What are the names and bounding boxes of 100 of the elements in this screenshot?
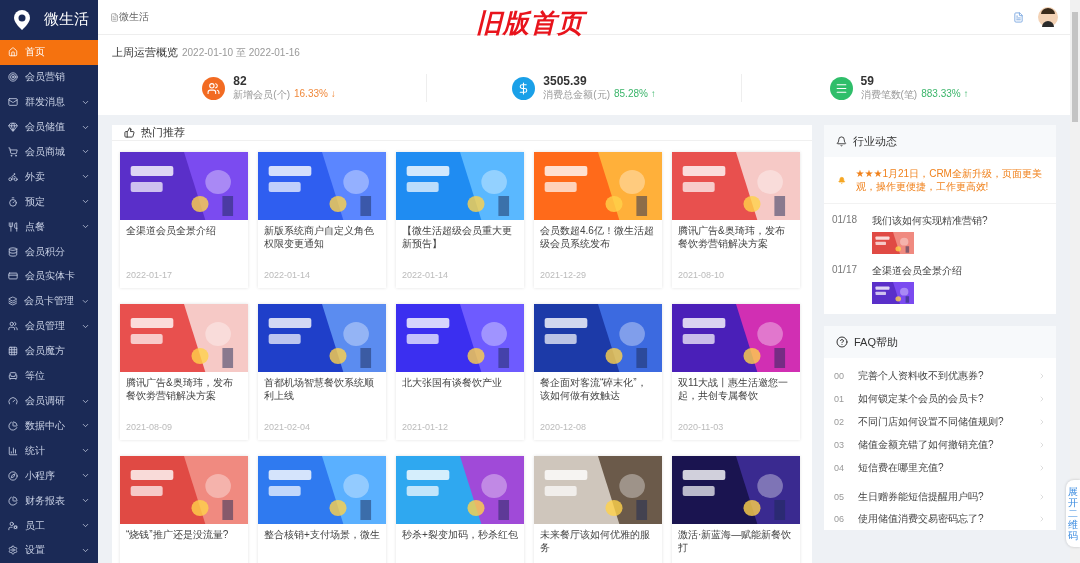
faq-item[interactable]: 01 如何锁定某个会员的会员卡?	[824, 387, 1056, 410]
nav-icon	[8, 47, 18, 58]
stat-change: 883.33% ↑	[921, 88, 969, 101]
scrollbar-thumb[interactable]	[1072, 12, 1078, 122]
article-card[interactable]: 激活·新蓝海—赋能新餐饮打	[672, 456, 800, 563]
nav-item[interactable]: 预定	[0, 189, 98, 215]
nav-icon	[8, 122, 18, 133]
news-date: 01/18	[832, 214, 859, 227]
stat-label: 消费总金额(元)	[543, 88, 610, 102]
article-card[interactable]: 整合核销+支付场景，微生	[258, 456, 386, 563]
document-icon[interactable]	[1013, 11, 1024, 23]
article-date: 2021-02-04	[263, 421, 312, 432]
article-title: 首都机场智慧餐饮系统顺利上线	[263, 376, 375, 403]
article-title: 激活·新蓝海—赋能新餐饮打	[677, 528, 793, 555]
nav-icon	[8, 520, 18, 531]
article-title: 会员数超4.6亿！微生活超级会员系统发布	[539, 224, 655, 251]
nav-icon	[8, 470, 18, 481]
stat-change: 85.28% ↑	[614, 88, 656, 101]
article-card[interactable]: 秒杀+裂变加码，秒杀红包	[396, 456, 524, 563]
article-card[interactable]: 餐企面对客流“碎末化”，该如何做有效触达 2020-12-08	[534, 304, 662, 440]
chevron-right-icon	[1038, 493, 1046, 501]
brand-name: 微生活	[44, 10, 89, 30]
article-card[interactable]: 未来餐厅该如何优雅的服务	[534, 456, 662, 563]
nav-icon	[8, 346, 18, 357]
chevron-right-icon	[1038, 394, 1046, 403]
chevron-right-icon	[1038, 371, 1046, 380]
nav-item[interactable]: 会员管理	[0, 313, 98, 339]
side-tab[interactable]: 展开二维码	[1066, 480, 1080, 547]
article-card[interactable]: 腾讯广告&奥琦玮，发布餐饮劵营销解决方案 2021-08-10	[672, 152, 800, 288]
chevron-right-icon	[1038, 440, 1046, 449]
section-title: FAQ帮助	[854, 334, 898, 350]
article-card[interactable]: 全渠道会员全景介绍 2022-01-17	[120, 152, 248, 288]
nav-icon	[8, 396, 18, 406]
nav-item[interactable]: 群发消息	[0, 89, 98, 115]
nav-icon	[8, 171, 18, 182]
nav-icon	[8, 296, 18, 307]
article-title: 【微生活超级会员重大更新预告】	[401, 224, 513, 251]
nav-icon	[8, 445, 18, 456]
article-title: 秒杀+裂变加码，秒杀红包	[401, 528, 519, 542]
article-title: 全渠道会员全景介绍	[125, 224, 217, 238]
logo-icon	[14, 9, 30, 30]
article-card[interactable]: 腾讯广告&奥琦玮，发布餐饮劵营销解决方案 2021-08-09	[120, 304, 248, 440]
article-date: 2022-01-14	[401, 269, 450, 280]
nav-icon	[8, 271, 18, 282]
section-title: 行业动态	[853, 133, 897, 149]
stat-value: 82	[233, 74, 248, 88]
article-card[interactable]: 北大张国有谈餐饮产业 2021-01-12	[396, 304, 524, 440]
nav-icon	[8, 196, 18, 207]
article-card[interactable]: “烧钱”推广还是没流量?	[120, 456, 248, 563]
article-card[interactable]: 首都机场智慧餐饮系统顺利上线 2021-02-04	[258, 304, 386, 440]
avatar[interactable]	[1038, 7, 1058, 27]
nav-item[interactable]: 等位	[0, 363, 98, 389]
faq-item[interactable]: 06 使用储值消费交易密码忘了?	[824, 507, 1056, 530]
faq-item[interactable]: 05 生日赠券能短信提醒用户吗?	[824, 479, 1056, 507]
thumbs-up-icon	[124, 127, 135, 138]
nav-item[interactable]: 会员卡管理	[0, 288, 98, 314]
nav-item[interactable]: 财务报表	[0, 488, 98, 514]
nav-item[interactable]: 员工	[0, 513, 98, 538]
stat-change: 16.33% ↓	[294, 88, 336, 101]
nav-icon	[8, 495, 18, 506]
article-card[interactable]: 【微生活超级会员重大更新预告】 2022-01-14	[396, 152, 524, 288]
news-title[interactable]: 我们该如何实现精准营销?	[872, 214, 988, 228]
nav-item[interactable]: 外卖	[0, 164, 98, 190]
article-title: 未来餐厅该如何优雅的服务	[539, 528, 651, 555]
article-title: “烧钱”推广还是没流量?	[125, 528, 230, 542]
article-date: 2020-12-08	[539, 421, 588, 432]
article-date: 2021-08-10	[677, 269, 726, 280]
article-card[interactable]: 新版系统商户自定义角色权限变更通知 2022-01-14	[258, 152, 386, 288]
news-title[interactable]: 全渠道会员全景介绍	[872, 264, 962, 278]
nav-icon	[8, 371, 18, 382]
help-icon	[836, 336, 848, 348]
stat-value: 59	[860, 74, 875, 88]
nav-item[interactable]: 会员魔方	[0, 338, 98, 364]
article-date: 2021-08-09	[125, 421, 174, 432]
nav-item[interactable]: 小程序	[0, 463, 98, 489]
nav-icon	[8, 97, 18, 108]
nav-item[interactable]: 统计	[0, 438, 98, 464]
nav-item[interactable]: 会员调研	[0, 388, 98, 414]
breadcrumb[interactable]: 微生活	[119, 10, 149, 24]
nav-icon	[8, 221, 18, 232]
nav-item[interactable]: 会员商城	[0, 139, 98, 165]
nav-item[interactable]: 会员营销	[0, 64, 98, 90]
article-title: 腾讯广告&奥琦玮，发布餐饮劵营销解决方案	[677, 224, 786, 251]
article-card[interactable]: 双11大战丨惠生活邀您一起，共创专属餐饮 2020-11-03	[672, 304, 800, 440]
nav-item[interactable]: 会员积分	[0, 239, 98, 264]
faq-item[interactable]: 03 储值金额充错了如何撤销充值?	[824, 433, 1056, 456]
article-card[interactable]: 会员数超4.6亿！微生活超级会员系统发布 2021-12-29	[534, 152, 662, 288]
nav-item[interactable]: 会员实体卡	[0, 264, 98, 289]
nav-item[interactable]: 数据中心	[0, 413, 98, 439]
faq-item[interactable]: 02 不同门店如何设置不同储值规则?	[824, 410, 1056, 433]
article-title: 双11大战丨惠生活邀您一起，共创专属餐饮	[677, 376, 790, 403]
nav-item[interactable]: 设置	[0, 538, 98, 563]
article-title: 餐企面对客流“碎末化”，该如何做有效触达	[539, 376, 648, 403]
nav-item[interactable]: 会员储值	[0, 114, 98, 140]
article-title: 腾讯广告&奥琦玮，发布餐饮劵营销解决方案	[125, 376, 234, 403]
section-title: 热门推荐	[141, 125, 185, 140]
faq-item[interactable]: 04 短信费在哪里充值?	[824, 456, 1056, 479]
faq-item[interactable]: 00 完善个人资料收不到优惠券?	[824, 364, 1056, 387]
nav-item[interactable]: 点餐	[0, 214, 98, 240]
article-title: 整合核销+支付场景，微生	[263, 528, 381, 542]
